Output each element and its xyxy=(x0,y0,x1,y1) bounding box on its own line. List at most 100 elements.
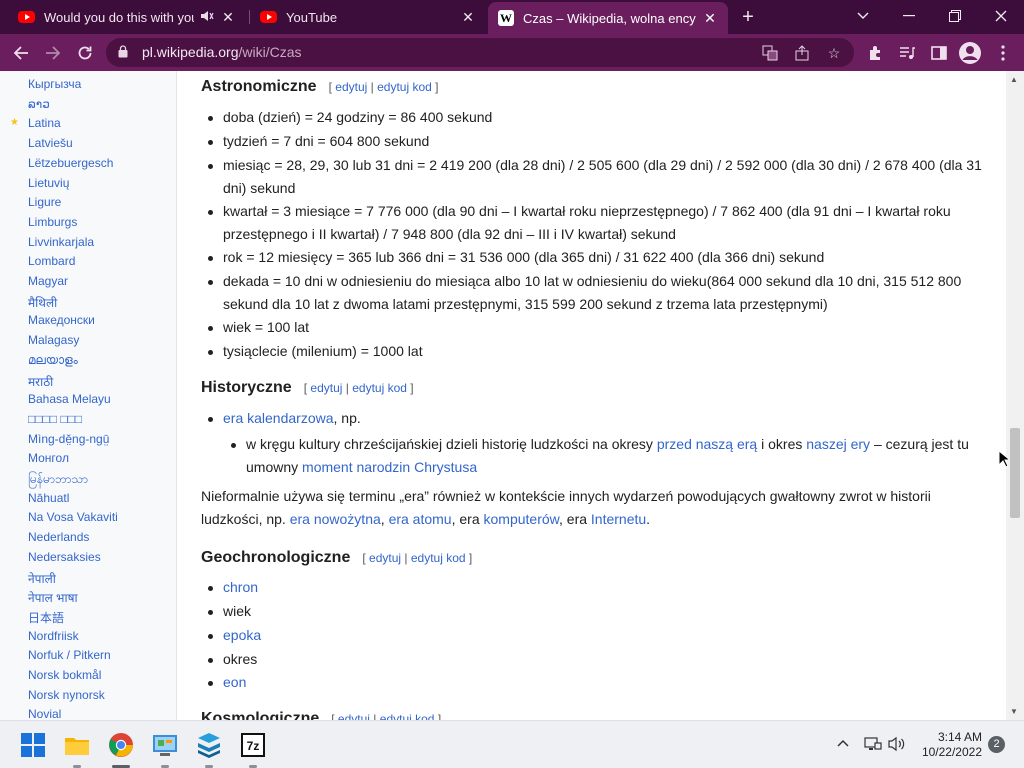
language-link[interactable]: Malagasy xyxy=(28,333,79,347)
side-panel-icon[interactable] xyxy=(926,40,952,66)
tab-youtube[interactable]: YouTube ✕ xyxy=(250,0,486,34)
minimize-button[interactable] xyxy=(886,0,932,32)
language-link[interactable]: Livvinkarjala xyxy=(28,235,94,249)
app-stack-icon[interactable] xyxy=(196,732,222,758)
close-window-button[interactable] xyxy=(978,0,1024,32)
language-link[interactable]: Кыргызча xyxy=(28,77,81,91)
list-item: doba (dzień) = 24 godziny = 86 400 sekun… xyxy=(208,106,991,129)
windows-start-icon[interactable] xyxy=(20,732,46,758)
language-link[interactable]: Magyar xyxy=(28,274,68,288)
language-link[interactable]: မြန်မာဘာသာ xyxy=(28,471,88,489)
edit-link[interactable]: edytuj xyxy=(310,381,342,395)
vertical-scrollbar[interactable]: ▲ ▼ xyxy=(1006,71,1024,720)
edit-links: [ edytuj | edytuj kod ] xyxy=(304,381,414,395)
7zip-icon[interactable]: 7z xyxy=(240,732,266,758)
scrollbar-thumb[interactable] xyxy=(1010,428,1020,518)
language-link[interactable]: Lietuvių xyxy=(28,176,69,190)
tab-search-icon[interactable] xyxy=(840,0,886,32)
language-link[interactable]: Latina xyxy=(28,116,61,130)
notification-badge[interactable]: 2 xyxy=(988,736,1005,753)
list-item: era kalendarzowa, np. xyxy=(208,407,991,430)
url-text[interactable]: pl.wikipedia.org/wiki/Czas xyxy=(142,44,302,60)
close-tab-icon[interactable]: ✕ xyxy=(220,9,236,26)
clock[interactable]: 3:14 AM 10/22/2022 xyxy=(912,730,982,760)
language-link[interactable]: Lombard xyxy=(28,254,75,268)
language-link[interactable]: Lëtzebuergesch xyxy=(28,156,113,170)
language-link[interactable]: नेपाल भाषा xyxy=(28,589,78,606)
chrome-icon[interactable] xyxy=(108,732,134,758)
edit-link[interactable]: edytuj xyxy=(369,551,401,565)
language-link[interactable]: Ligure xyxy=(28,195,61,209)
windows-taskbar: 7z 3:14 AM 10/22/2022 2 xyxy=(0,720,1024,768)
close-tab-icon[interactable]: ✕ xyxy=(460,9,476,26)
link-era-atomu[interactable]: era atomu xyxy=(389,511,452,527)
list-item: eon xyxy=(207,671,246,694)
scroll-up-icon[interactable]: ▲ xyxy=(1010,75,1018,84)
language-link[interactable]: मराठी xyxy=(28,373,53,390)
scroll-down-icon[interactable]: ▼ xyxy=(1010,707,1018,716)
edit-code-link[interactable]: edytuj kod xyxy=(377,80,432,94)
language-link[interactable]: Bahasa Melayu xyxy=(28,392,111,406)
language-link[interactable]: 日本語 xyxy=(28,609,64,626)
tab-wikipedia-czas[interactable]: W Czas – Wikipedia, wolna encyklop ✕ xyxy=(488,2,728,34)
language-link[interactable]: □□□□ □□□ xyxy=(28,412,82,426)
language-link[interactable]: Nedersaksies xyxy=(28,550,101,564)
tab-youtube-video[interactable]: Would you do this with your ✕ xyxy=(8,0,246,34)
extensions-icon[interactable] xyxy=(862,40,888,66)
speaker-icon[interactable] xyxy=(200,10,214,25)
language-link[interactable]: Монгол xyxy=(28,451,69,465)
link-eon[interactable]: eon xyxy=(223,674,246,690)
language-link[interactable]: Norfuk / Pitkern xyxy=(28,648,111,662)
link-moment-narodzin[interactable]: moment narodzin Chrystusa xyxy=(302,459,477,475)
link-era-kalendarzowa[interactable]: era kalendarzowa xyxy=(223,410,334,426)
language-link[interactable]: Na Vosa Vakaviti xyxy=(28,510,118,524)
edit-code-link[interactable]: edytuj kod xyxy=(380,712,435,720)
close-tab-icon[interactable]: ✕ xyxy=(702,10,718,27)
address-bar[interactable]: pl.wikipedia.org/wiki/Czas ☆ xyxy=(106,38,854,67)
language-link[interactable]: Mìng-dĕ̤ng-ngṳ̄ xyxy=(28,432,109,446)
language-link[interactable]: Nederlands xyxy=(28,530,89,544)
show-hidden-icons-chevron[interactable] xyxy=(836,736,850,753)
link-chron[interactable]: chron xyxy=(223,579,258,595)
link-naszej-ery[interactable]: naszej ery xyxy=(806,436,870,452)
new-tab-button[interactable]: + xyxy=(736,6,760,28)
restore-button[interactable] xyxy=(932,0,978,32)
language-link[interactable]: नेपाली xyxy=(28,570,56,587)
link-komputerow[interactable]: komputerów xyxy=(484,511,559,527)
language-link[interactable]: Nāhuatl xyxy=(28,491,69,505)
link-epoka[interactable]: epoka xyxy=(223,627,261,643)
language-link[interactable]: Norsk nynorsk xyxy=(28,688,105,702)
list-item: okres xyxy=(207,648,257,671)
lock-icon[interactable] xyxy=(118,45,128,58)
edit-code-link[interactable]: edytuj kod xyxy=(352,381,407,395)
network-icon[interactable] xyxy=(864,736,882,755)
language-link[interactable]: Македонски xyxy=(28,313,95,327)
link-internetu[interactable]: Internetu xyxy=(591,511,646,527)
media-controls-icon[interactable] xyxy=(894,40,920,66)
forward-button[interactable] xyxy=(40,40,66,66)
profile-avatar[interactable] xyxy=(957,40,983,66)
language-link[interactable]: മലയാളം xyxy=(28,353,78,368)
link-przed-nasza-era[interactable]: przed naszą erą xyxy=(657,436,757,452)
url-host: pl.wikipedia.org xyxy=(142,44,239,60)
file-explorer-icon[interactable] xyxy=(64,732,90,758)
language-link[interactable]: Nordfriisk xyxy=(28,629,79,643)
translate-icon[interactable] xyxy=(760,43,780,63)
edit-code-link[interactable]: edytuj kod xyxy=(411,551,466,565)
back-button[interactable] xyxy=(8,40,34,66)
bookmark-star-icon[interactable]: ☆ xyxy=(824,43,844,63)
reload-button[interactable] xyxy=(72,40,98,66)
language-link[interactable]: Latviešu xyxy=(28,136,73,150)
language-link[interactable]: मैथिली xyxy=(28,294,57,311)
volume-icon[interactable] xyxy=(888,736,906,755)
menu-kebab-icon[interactable] xyxy=(990,40,1016,66)
control-panel-icon[interactable] xyxy=(152,732,178,758)
language-link[interactable]: Norsk bokmål xyxy=(28,668,101,682)
edit-link[interactable]: edytuj xyxy=(335,80,367,94)
language-link[interactable]: Novial xyxy=(28,707,61,720)
language-link[interactable]: Limburgs xyxy=(28,215,77,229)
link-era-nowozytna[interactable]: era nowożytna xyxy=(290,511,381,527)
share-icon[interactable] xyxy=(792,43,812,63)
language-link[interactable]: ລາວ xyxy=(28,97,50,111)
edit-link[interactable]: edytuj xyxy=(338,712,370,720)
